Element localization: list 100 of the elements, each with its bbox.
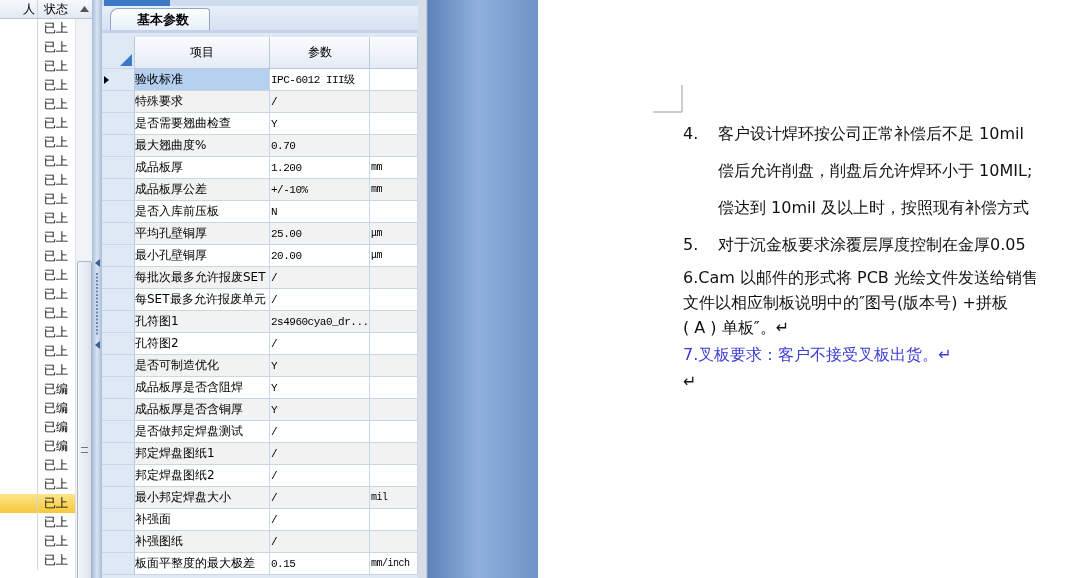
list-row[interactable]: 已上 [0,38,76,57]
row-header-cell[interactable] [102,377,135,399]
table-cell[interactable]: / [270,267,370,289]
table-cell[interactable]: Y [270,355,370,377]
list-row[interactable]: 已上 [0,456,76,475]
table-cell[interactable]: 20.00 [270,245,370,267]
table-cell[interactable]: / [270,421,370,443]
corner-header-cell[interactable] [102,37,135,69]
table-cell[interactable]: / [270,531,370,553]
list-row[interactable]: 已上 [0,133,76,152]
row-header-cell[interactable] [102,289,135,311]
row-header-cell[interactable] [102,91,135,113]
list-row[interactable]: 已上 [0,532,76,551]
table-cell[interactable]: Y [270,399,370,421]
table-cell [370,201,418,223]
list-row[interactable]: 已上 [0,19,76,38]
scrollbar[interactable] [75,19,92,578]
column-header[interactable]: 状态 [38,0,76,18]
list-row[interactable]: 已上 [0,171,76,190]
list-row[interactable]: 已上 [0,209,76,228]
tab[interactable]: 基本参数 [110,8,210,30]
list-row[interactable]: 已上 [0,342,76,361]
list-row[interactable]: 已编 [0,399,76,418]
table-cell: 特殊要求 [135,91,270,113]
scroll-up-icon[interactable] [79,6,89,12]
list-row[interactable]: 已上 [0,266,76,285]
list-row[interactable]: 已上 [0,76,76,95]
table-cell[interactable]: 1.200 [270,157,370,179]
status-text: 已上 [43,287,68,301]
table-cell[interactable]: / [270,289,370,311]
list-row[interactable]: 已编 [0,437,76,456]
list-row[interactable]: 已上 [0,228,76,247]
row-header-cell[interactable] [102,487,135,509]
list-row[interactable]: 已上 [0,304,76,323]
row-header-cell[interactable] [102,69,135,91]
table-cell[interactable]: 25.00 [270,223,370,245]
list-row[interactable]: 已上 [0,57,76,76]
table-cell[interactable]: / [270,333,370,355]
table-cell[interactable]: 2s4960cya0_dr... [270,311,370,333]
row-header-cell[interactable] [102,399,135,421]
table-cell [370,509,418,531]
table-cell[interactable]: / [270,443,370,465]
row-header-cell[interactable] [102,421,135,443]
row-header-cell[interactable] [102,509,135,531]
paragraph-line: 对于沉金板要求涂覆层厚度控制在金厚0.05 [718,234,1026,256]
row-header-cell[interactable] [102,465,135,487]
list-row[interactable]: 已上 [0,190,76,209]
row-header-cell[interactable] [102,135,135,157]
list-row[interactable]: 已上 [0,285,76,304]
table-cell[interactable]: / [270,487,370,509]
row-header-cell[interactable] [102,267,135,289]
list-row[interactable]: 已上 [0,494,76,513]
row-header-cell[interactable] [102,443,135,465]
row-header-cell[interactable] [102,157,135,179]
status-text: 已上 [43,21,68,35]
row-header-cell[interactable] [102,355,135,377]
scroll-thumb[interactable] [77,261,92,578]
list-row[interactable]: 已上 [0,114,76,133]
table-cell[interactable]: / [270,509,370,531]
table-cell[interactable]: 0.15 [270,553,370,575]
table-cell [370,311,418,333]
list-row[interactable]: 已上 [0,247,76,266]
table-cell[interactable]: IPC-6012 III级 [270,69,370,91]
list-number: 5. [683,234,700,256]
row-header-cell[interactable] [102,245,135,267]
row-header-cell[interactable] [102,531,135,553]
table-cell[interactable]: N [270,201,370,223]
table-cell[interactable]: / [270,91,370,113]
row-header-cell[interactable] [102,223,135,245]
status-text: 已上 [43,458,68,472]
table-cell: 补强图纸 [135,531,270,553]
table-cell: 成品板厚是否含阻焊 [135,377,270,399]
table-cell[interactable]: Y [270,377,370,399]
paragraph-line: 偿达到 10mil 及以上时，按照现有补偿方式 [718,197,1030,219]
list-row[interactable]: 已编 [0,418,76,437]
row-header-cell[interactable] [102,201,135,223]
row-header-cell[interactable] [102,553,135,575]
table-cell[interactable]: 0.70 [270,135,370,157]
table-cell: 成品板厚是否含铜厚 [135,399,270,421]
list-row[interactable]: 已上 [0,361,76,380]
row-header-cell[interactable] [102,179,135,201]
list-row[interactable]: 已上 [0,323,76,342]
table-cell[interactable]: +/-10% [270,179,370,201]
status-text: 已上 [43,97,68,111]
table-cell: 最小邦定焊盘大小 [135,487,270,509]
list-row[interactable]: 已上 [0,152,76,171]
column-header[interactable]: 人 [0,0,38,18]
table-cell: 是否需要翘曲检查 [135,113,270,135]
table-cell[interactable]: / [270,465,370,487]
list-row[interactable]: 已上 [0,95,76,114]
row-header-cell[interactable] [102,333,135,355]
table-cell: 平均孔壁铜厚 [135,223,270,245]
row-header-cell[interactable] [102,311,135,333]
list-row[interactable]: 已上 [0,551,76,570]
list-row[interactable]: 已上 [0,513,76,532]
row-header-cell[interactable] [102,113,135,135]
table-cell: mm [370,157,418,179]
list-row[interactable]: 已编 [0,380,76,399]
status-text: 已上 [43,325,68,339]
table-cell[interactable]: Y [270,113,370,135]
